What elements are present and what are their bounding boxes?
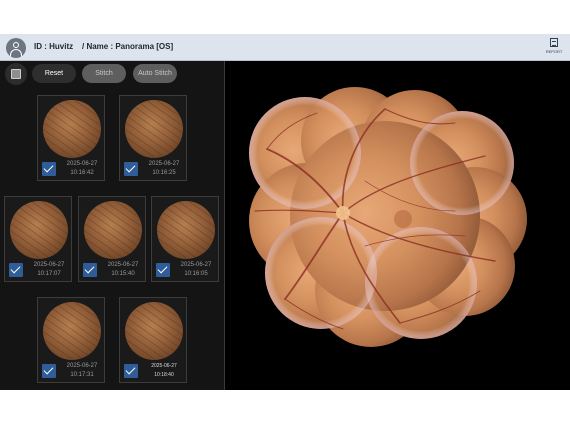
fundus-thumbnail-image [125, 302, 183, 360]
capture-time: 10:15:40 [111, 271, 135, 277]
report-icon [550, 38, 558, 47]
checkbox-checked-icon[interactable] [9, 263, 23, 277]
thumbnail-card[interactable]: 2025-06-27 10:16:25 [119, 95, 187, 181]
thumbnail-card-selected[interactable]: 2025-06-27 10:18:40 [119, 297, 187, 383]
capture-time: 10:16:05 [184, 271, 208, 277]
capture-time: 10:17:31 [70, 372, 94, 378]
reset-button[interactable]: Reset [32, 64, 76, 83]
capture-date: 2025-06-27 [180, 262, 212, 268]
square-icon [11, 69, 21, 79]
macula [394, 210, 412, 228]
checkbox-checked-icon[interactable] [124, 364, 138, 378]
checkbox-checked-icon[interactable] [124, 162, 138, 176]
capture-date: 2025-06-27 [66, 363, 98, 369]
thumbnail-card[interactable]: 2025-06-27 10:17:31 [37, 297, 105, 383]
report-label: REPORT [545, 49, 563, 54]
fundus-thumbnail-image [125, 100, 183, 158]
avatar-head-shape [13, 42, 19, 48]
optic-disc [336, 206, 350, 220]
auto-stitch-button[interactable]: Auto Stitch [133, 64, 177, 83]
capture-time: 10:17:07 [37, 271, 61, 277]
select-all-toggle[interactable] [5, 63, 27, 85]
capture-date: 2025-06-27 [148, 161, 180, 167]
thumbnail-card[interactable]: 2025-06-27 10:15:40 [78, 196, 146, 282]
capture-time: 10:16:42 [70, 170, 94, 176]
panorama-fundus-image [249, 87, 527, 347]
checkbox-checked-icon[interactable] [156, 263, 170, 277]
fundus-thumbnail-image [157, 201, 215, 259]
capture-date: 2025-06-27 [66, 161, 98, 167]
capture-time: 10:16:25 [152, 170, 176, 176]
capture-date: 2025-06-27 [107, 262, 139, 268]
stitch-button[interactable]: Stitch [82, 64, 126, 83]
thumbnail-card[interactable]: 2025-06-27 10:17:07 [4, 196, 72, 282]
report-button[interactable]: REPORT [543, 38, 565, 58]
panorama-viewer[interactable] [225, 61, 570, 390]
capture-date: 2025-06-27 [33, 262, 65, 268]
fundus-thumbnail-image [10, 201, 68, 259]
capture-date: 2025-06-27 [151, 363, 177, 369]
thumbnail-card[interactable]: 2025-06-27 10:16:42 [37, 95, 105, 181]
checkbox-checked-icon[interactable] [42, 162, 56, 176]
avatar-body-shape [10, 49, 22, 58]
capture-time: 10:18:40 [154, 372, 174, 378]
fundus-thumbnail-image [43, 100, 101, 158]
fundus-thumbnail-image [43, 302, 101, 360]
checkbox-checked-icon[interactable] [42, 364, 56, 378]
fundus-thumbnail-image [84, 201, 142, 259]
patient-title: ID : Huvitz / Name : Panorama [OS] [34, 42, 174, 51]
user-avatar-icon[interactable] [6, 38, 26, 58]
thumbnail-card[interactable]: 2025-06-27 10:16:05 [151, 196, 219, 282]
checkbox-checked-icon[interactable] [83, 263, 97, 277]
